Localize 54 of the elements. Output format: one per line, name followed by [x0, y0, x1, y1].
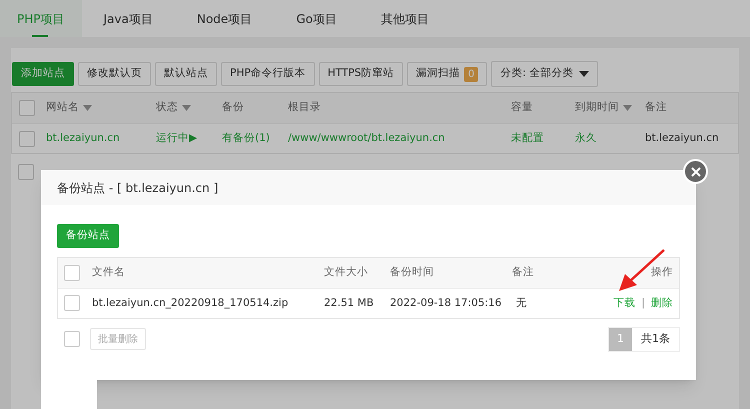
- table-cell-text: 2022-09-18 17:05:16: [390, 296, 503, 310]
- table-cell[interactable]: /www/wwwroot/bt.lezaiyun.cn: [288, 132, 445, 144]
- table-cell: bt.lezaiyun.cn: [645, 132, 719, 144]
- column-header[interactable]: 网站名: [46, 100, 79, 116]
- dialog-title: 备份站点 - [ bt.lezaiyun.cn ]: [41, 170, 696, 205]
- table-cell-text: 22.51 MB: [324, 296, 375, 310]
- tab[interactable]: Node项目: [174, 0, 274, 37]
- caret-icon: [579, 71, 590, 77]
- table-cell[interactable]: 未配置: [511, 132, 544, 144]
- separator: |: [641, 296, 645, 310]
- table-cell[interactable]: 有备份(1): [222, 132, 270, 144]
- table-cell[interactable]: bt.lezaiyun.cn: [46, 132, 120, 144]
- delete-link[interactable]: 删除: [651, 296, 673, 312]
- column-header: 备份: [222, 100, 244, 116]
- table-cell[interactable]: 永久: [575, 132, 597, 144]
- sort-icon: [182, 105, 191, 111]
- toolbar-button[interactable]: 默认站点: [155, 62, 217, 86]
- tab[interactable]: Go项目: [274, 0, 359, 37]
- toolbar-button[interactable]: 修改默认页: [78, 62, 151, 86]
- sort-icon: [623, 105, 632, 111]
- checkbox[interactable]: [19, 100, 35, 116]
- column-header: 备注: [512, 265, 535, 280]
- column-header: 根目录: [288, 100, 321, 116]
- batch-delete-button[interactable]: 批量删除: [90, 328, 146, 350]
- toolbar-button[interactable]: 漏洞扫描 0: [407, 62, 488, 86]
- checkbox[interactable]: [64, 295, 80, 312]
- table-cell[interactable]: 运行中▶: [156, 132, 198, 144]
- column-header: 操作: [651, 265, 673, 280]
- column-header: 容量: [511, 100, 533, 116]
- close-icon: [690, 166, 700, 176]
- checkbox[interactable]: [19, 130, 35, 146]
- checkbox[interactable]: [18, 164, 34, 180]
- tab[interactable]: PHP项目: [0, 0, 82, 37]
- column-header: 文件名: [92, 265, 126, 280]
- tab[interactable]: Java项目: [82, 0, 175, 37]
- checkbox[interactable]: [64, 264, 80, 281]
- sort-icon: [83, 105, 92, 111]
- column-header: 备份时间: [390, 265, 435, 280]
- toolbar-button[interactable]: 添加站点: [12, 62, 74, 86]
- count-badge: 0: [464, 66, 478, 82]
- column-header: 备注: [645, 100, 667, 116]
- table-cell-text: bt.lezaiyun.cn_20220918_170514.zip: [92, 296, 290, 310]
- column-header[interactable]: 状态: [156, 100, 178, 116]
- checkbox[interactable]: [64, 331, 80, 348]
- total-count: 共1条: [640, 331, 671, 348]
- toolbar-button[interactable]: HTTPS防窜站: [318, 62, 404, 86]
- tab[interactable]: 其他项目: [358, 0, 451, 37]
- toolbar-button[interactable]: PHP命令行版本: [221, 62, 315, 86]
- backup-button[interactable]: 备份站点: [57, 224, 119, 248]
- table-cell-text: 无: [515, 296, 527, 308]
- column-header[interactable]: 到期时间: [575, 100, 619, 116]
- download-link[interactable]: 下载: [613, 296, 636, 312]
- category-select[interactable]: 分类: 全部分类: [491, 61, 598, 87]
- column-header: 文件大小: [324, 265, 369, 280]
